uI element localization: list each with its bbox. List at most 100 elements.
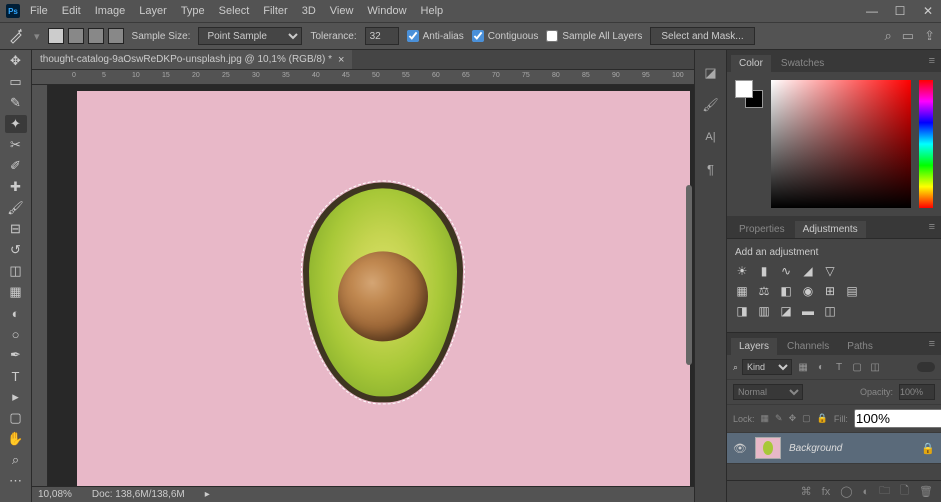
menu-help[interactable]: Help: [421, 5, 444, 17]
foreground-background-swatch[interactable]: [735, 80, 763, 108]
dodge-tool[interactable]: ○: [5, 325, 27, 343]
brightness-icon[interactable]: ☀: [735, 264, 749, 278]
filter-pixel-icon[interactable]: ▦: [796, 360, 810, 374]
gradient-tool[interactable]: ▦: [5, 283, 27, 301]
history-panel-icon[interactable]: ◪: [702, 64, 720, 82]
link-layers-icon[interactable]: ⌘: [801, 485, 812, 498]
paragraph-panel-icon[interactable]: ¶: [702, 160, 720, 178]
layer-visibility-icon[interactable]: 👁: [733, 442, 747, 455]
bw-icon[interactable]: ◧: [779, 284, 793, 298]
maximize-button[interactable]: ☐: [893, 4, 907, 18]
levels-icon[interactable]: ▮: [757, 264, 771, 278]
path-select-tool[interactable]: ▸: [5, 388, 27, 406]
new-adjustment-icon[interactable]: ◐: [863, 486, 870, 498]
menu-edit[interactable]: Edit: [62, 5, 81, 17]
marquee-tool[interactable]: ▭: [5, 73, 27, 91]
lookup-icon[interactable]: ▤: [845, 284, 859, 298]
tab-properties[interactable]: Properties: [731, 221, 793, 238]
brush-panel-icon[interactable]: 🖌: [702, 96, 720, 114]
layer-thumbnail[interactable]: [755, 437, 781, 459]
new-group-icon[interactable]: 🗀: [879, 482, 890, 501]
search-icon[interactable]: ⌕: [885, 28, 892, 44]
layers-panel-menu-icon[interactable]: ≡: [929, 338, 935, 350]
menu-file[interactable]: File: [30, 5, 48, 17]
tab-channels[interactable]: Channels: [779, 338, 837, 355]
tab-layers[interactable]: Layers: [731, 338, 777, 355]
pen-tool[interactable]: ✒: [5, 346, 27, 364]
menu-filter[interactable]: Filter: [263, 5, 287, 17]
menu-window[interactable]: Window: [367, 5, 406, 17]
layer-lock-icon[interactable]: 🔒: [921, 442, 935, 455]
lasso-tool[interactable]: ✎: [5, 94, 27, 112]
tolerance-input[interactable]: [365, 27, 399, 45]
layer-row-background[interactable]: 👁 Background 🔒: [727, 433, 941, 464]
photo-filter-icon[interactable]: ◉: [801, 284, 815, 298]
eyedropper-tool[interactable]: ✐: [5, 157, 27, 175]
gradient-map-icon[interactable]: ▬: [801, 304, 815, 318]
history-brush-tool[interactable]: ↺: [5, 241, 27, 259]
menu-3d[interactable]: 3D: [302, 5, 316, 17]
menu-type[interactable]: Type: [181, 5, 205, 17]
lock-artboard-icon[interactable]: ▢: [802, 413, 811, 424]
threshold-icon[interactable]: ◪: [779, 304, 793, 318]
vibrance-icon[interactable]: ▽: [823, 264, 837, 278]
stamp-tool[interactable]: ⊟: [5, 220, 27, 238]
eraser-tool[interactable]: ◫: [5, 262, 27, 280]
filter-smart-icon[interactable]: ◫: [868, 360, 882, 374]
layer-filter-kind[interactable]: Kind: [742, 359, 792, 375]
layer-style-icon[interactable]: fx: [822, 486, 831, 498]
move-tool[interactable]: ✥: [5, 52, 27, 70]
workspace-icon[interactable]: ▭: [902, 28, 914, 44]
lock-transparent-icon[interactable]: ▦: [761, 413, 770, 424]
menu-image[interactable]: Image: [95, 5, 126, 17]
selective-color-icon[interactable]: ◫: [823, 304, 837, 318]
document-tab[interactable]: thought-catalog-9aOswReDKPo-unsplash.jpg…: [32, 50, 352, 69]
contiguous-checkbox[interactable]: [472, 30, 484, 42]
select-and-mask-button[interactable]: Select and Mask...: [650, 27, 754, 45]
zoom-tool[interactable]: ⌕: [5, 451, 27, 469]
canvas-scrollbar[interactable]: [686, 185, 692, 365]
curves-icon[interactable]: ∿: [779, 264, 793, 278]
crop-tool[interactable]: ✂: [5, 136, 27, 154]
anti-alias-checkbox[interactable]: [407, 30, 419, 42]
balance-icon[interactable]: ⚖: [757, 284, 771, 298]
menu-view[interactable]: View: [330, 5, 354, 17]
hue-icon[interactable]: ▦: [735, 284, 749, 298]
hue-slider[interactable]: [919, 80, 933, 208]
filter-type-icon[interactable]: T: [832, 360, 846, 374]
tab-adjustments[interactable]: Adjustments: [795, 221, 866, 238]
sample-size-select[interactable]: Point Sample: [198, 27, 302, 45]
lock-all-icon[interactable]: 🔒: [817, 413, 828, 424]
menu-select[interactable]: Select: [219, 5, 250, 17]
more-tools[interactable]: ⋯: [5, 472, 27, 490]
adjustments-panel-menu-icon[interactable]: ≡: [929, 221, 935, 233]
brush-tool[interactable]: 🖌: [5, 199, 27, 217]
hand-tool[interactable]: ✋: [5, 430, 27, 448]
shape-tool[interactable]: ▢: [5, 409, 27, 427]
tab-color[interactable]: Color: [731, 55, 771, 72]
lock-pixels-icon[interactable]: ✎: [775, 413, 783, 424]
opacity-input[interactable]: [899, 384, 935, 400]
delete-layer-icon[interactable]: 🗑: [919, 485, 933, 498]
character-panel-icon[interactable]: A|: [702, 128, 720, 146]
minimize-button[interactable]: —: [865, 4, 879, 18]
sample-all-checkbox[interactable]: [546, 30, 558, 42]
posterize-icon[interactable]: ▥: [757, 304, 771, 318]
tab-swatches[interactable]: Swatches: [773, 55, 832, 72]
color-panel-menu-icon[interactable]: ≡: [929, 55, 935, 67]
blend-mode-select[interactable]: Normal: [733, 384, 803, 400]
type-tool[interactable]: T: [5, 367, 27, 385]
blur-tool[interactable]: ◐: [5, 304, 27, 322]
layer-mask-icon[interactable]: ◯: [840, 485, 852, 498]
fill-input[interactable]: [854, 409, 941, 428]
zoom-level[interactable]: 10,08%: [38, 489, 72, 500]
filter-toggle[interactable]: [917, 362, 935, 372]
channel-mixer-icon[interactable]: ⊞: [823, 284, 837, 298]
close-tab-icon[interactable]: ×: [338, 54, 344, 66]
canvas[interactable]: [77, 91, 690, 486]
new-layer-icon[interactable]: 🗋: [900, 482, 909, 501]
filter-shape-icon[interactable]: ▢: [850, 360, 864, 374]
magic-wand-tool[interactable]: ✦: [5, 115, 27, 133]
menu-layer[interactable]: Layer: [139, 5, 167, 17]
filter-adjust-icon[interactable]: ◐: [814, 360, 828, 374]
